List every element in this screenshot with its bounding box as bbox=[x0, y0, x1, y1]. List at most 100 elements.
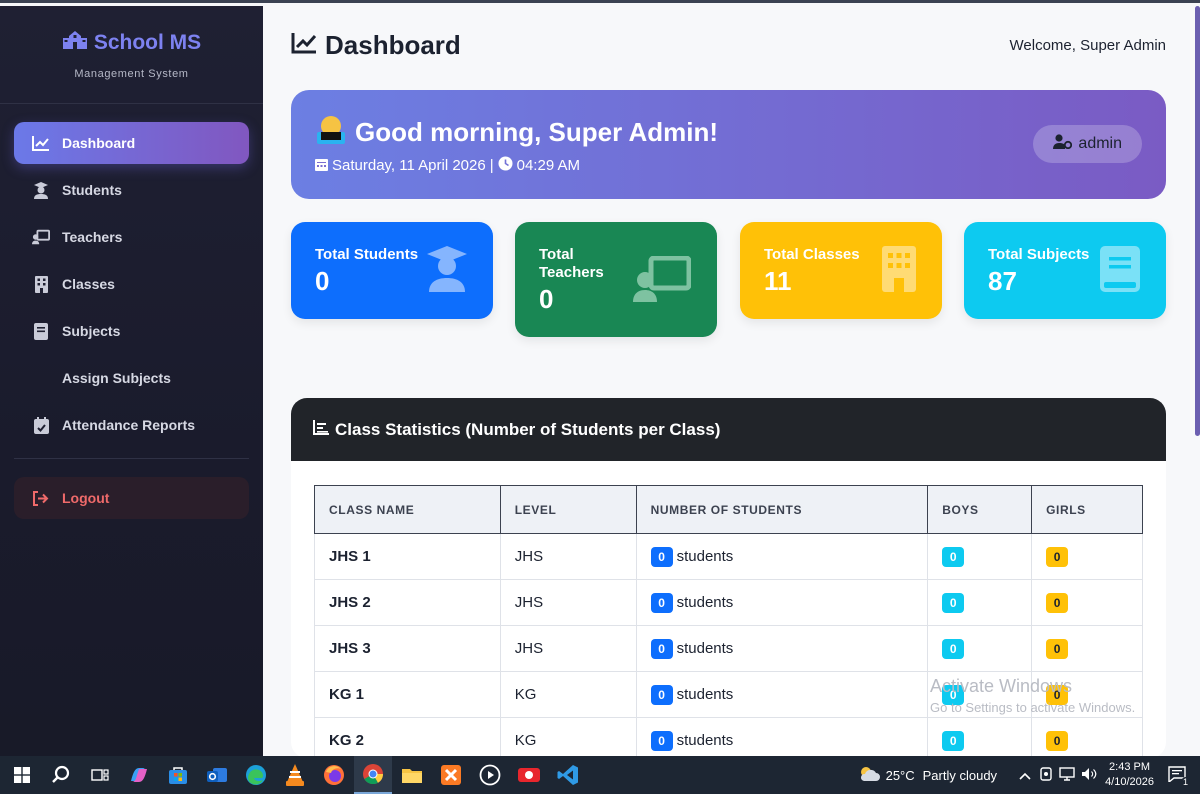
class-name: JHS 1 bbox=[314, 533, 501, 580]
col-class-name[interactable]: CLASS NAME bbox=[314, 485, 501, 534]
student-count-badge: 0 bbox=[650, 592, 673, 613]
student-count-cell: 0 students bbox=[635, 533, 929, 580]
watermark-title: Activate Windows bbox=[930, 676, 1073, 696]
girls-badge: 0 bbox=[1046, 592, 1069, 613]
stat-card-classes[interactable]: Total Classes 11 bbox=[740, 222, 942, 319]
boys-badge: 0 bbox=[942, 592, 965, 613]
media-player-icon[interactable] bbox=[471, 756, 509, 794]
student-count-cell: 0 students bbox=[635, 625, 929, 672]
class-name: KG 1 bbox=[314, 671, 501, 718]
boys-cell: 0 bbox=[927, 533, 1033, 580]
boys-badge: 0 bbox=[942, 546, 965, 567]
weather-cloud-icon[interactable] bbox=[858, 765, 880, 786]
xampp-icon[interactable] bbox=[432, 756, 470, 794]
sidebar-item-label: Attendance Reports bbox=[62, 417, 196, 433]
user-cog-icon bbox=[1053, 134, 1073, 154]
vlc-icon[interactable] bbox=[276, 756, 314, 794]
brand: School MS Management System bbox=[0, 6, 263, 104]
logout-label: Logout bbox=[62, 490, 110, 506]
screen-recorder-icon[interactable] bbox=[510, 756, 548, 794]
stat-value: 87 bbox=[988, 266, 1017, 296]
stat-card-subjects[interactable]: Total Subjects 87 bbox=[964, 222, 1166, 319]
sidebar-item-label: Subjects bbox=[62, 323, 121, 339]
copilot-icon[interactable] bbox=[120, 756, 158, 794]
sidebar-item-label: Assign Subjects bbox=[62, 370, 171, 386]
graduate-icon bbox=[32, 181, 50, 199]
col-girls[interactable]: GIRLS bbox=[1031, 485, 1143, 534]
table-header-row: CLASS NAME LEVEL NUMBER OF STUDENTS BOYS… bbox=[314, 485, 1143, 534]
chevron-up-icon[interactable] bbox=[1019, 768, 1031, 783]
watermark-subtitle: Go to Settings to activate Windows. bbox=[930, 700, 1136, 715]
firefox-icon[interactable] bbox=[315, 756, 353, 794]
stat-card-students[interactable]: Total Students 0 bbox=[291, 222, 493, 319]
sidebar-item-classes[interactable]: Classes bbox=[14, 263, 249, 305]
sidebar-item-teachers[interactable]: Teachers bbox=[14, 216, 249, 258]
vscode-icon[interactable] bbox=[549, 756, 587, 794]
student-count-badge: 0 bbox=[650, 684, 673, 705]
building-icon bbox=[32, 275, 50, 293]
current-time: 04:29 AM bbox=[516, 157, 581, 174]
chrome-icon[interactable] bbox=[354, 756, 392, 794]
weather-temperature[interactable]: 25°C bbox=[886, 768, 915, 783]
panel-header: Class Statistics (Number of Students per… bbox=[291, 398, 1166, 461]
outlook-icon[interactable] bbox=[198, 756, 236, 794]
boys-badge: 0 bbox=[942, 638, 965, 659]
boys-cell: 0 bbox=[927, 717, 1033, 756]
girls-cell: 0 bbox=[1031, 625, 1143, 672]
logout-button[interactable]: Logout bbox=[14, 477, 249, 519]
class-level: JHS bbox=[499, 625, 637, 672]
chalkboard-teacher-icon bbox=[633, 255, 692, 307]
activate-windows-watermark: Activate Windows Go to Settings to activ… bbox=[930, 675, 1135, 719]
page-title: Dashboard bbox=[291, 30, 461, 61]
windows-taskbar: 25°C Partly cloudy 2:43 PM 4/10/2026 1 bbox=[0, 756, 1200, 794]
sidebar-item-subjects[interactable]: Subjects bbox=[14, 310, 249, 352]
girls-badge: 0 bbox=[1046, 546, 1069, 567]
network-icon[interactable] bbox=[1059, 766, 1075, 784]
topbar: Dashboard Welcome, Super Admin bbox=[291, 30, 1166, 61]
col-number-of-students[interactable]: NUMBER OF STUDENTS bbox=[635, 485, 929, 534]
system-tray: 25°C Partly cloudy 2:43 PM 4/10/2026 1 bbox=[858, 756, 1200, 794]
current-date: Saturday, 11 April 2026 bbox=[332, 157, 486, 174]
table-row: JHS 1 JHS 0 students 0 0 bbox=[314, 533, 1143, 580]
search-icon[interactable] bbox=[42, 756, 80, 794]
student-count-cell: 0 students bbox=[635, 671, 929, 718]
taskbar-clock[interactable]: 2:43 PM 4/10/2026 bbox=[1105, 760, 1154, 790]
student-count-cell: 0 students bbox=[635, 579, 929, 626]
boys-cell: 0 bbox=[927, 625, 1033, 672]
volume-icon[interactable] bbox=[1081, 767, 1097, 784]
class-name: KG 2 bbox=[314, 717, 501, 756]
sidebar-item-label: Classes bbox=[62, 276, 115, 292]
sidebar-nav: Dashboard Students Teachers Classes Subj… bbox=[0, 104, 263, 446]
page-scrollbar[interactable] bbox=[1195, 6, 1200, 436]
page-title-text: Dashboard bbox=[325, 30, 461, 60]
boys-badge: 0 bbox=[942, 730, 965, 751]
chalkboard-teacher-icon bbox=[32, 228, 50, 246]
sidebar-item-students[interactable]: Students bbox=[14, 169, 249, 211]
class-name: JHS 2 bbox=[314, 579, 501, 626]
girls-badge: 0 bbox=[1046, 730, 1069, 751]
file-explorer-icon[interactable] bbox=[393, 756, 431, 794]
brand-title[interactable]: School MS bbox=[0, 6, 263, 56]
sidebar-item-attendance-reports[interactable]: Attendance Reports bbox=[14, 404, 249, 446]
microsoft-store-icon[interactable] bbox=[159, 756, 197, 794]
stat-label: Total Teachers bbox=[539, 246, 604, 281]
weather-description[interactable]: Partly cloudy bbox=[923, 768, 997, 783]
students-word: students bbox=[676, 685, 734, 703]
col-level[interactable]: LEVEL bbox=[499, 485, 637, 534]
welcome-text: Welcome, Super Admin bbox=[1009, 37, 1166, 54]
sidebar-item-assign-subjects[interactable]: Assign Subjects bbox=[14, 357, 249, 399]
table-row: KG 2 KG 0 students 0 0 bbox=[314, 717, 1143, 756]
col-boys[interactable]: BOYS bbox=[927, 485, 1033, 534]
sidebar-item-dashboard[interactable]: Dashboard bbox=[14, 122, 249, 164]
task-view-icon[interactable] bbox=[81, 756, 119, 794]
edge-icon[interactable] bbox=[237, 756, 275, 794]
start-button[interactable] bbox=[3, 756, 41, 794]
stat-card-teachers[interactable]: Total Teachers 0 bbox=[515, 222, 717, 337]
role-badge: admin bbox=[1033, 125, 1142, 163]
date-time-line: Saturday, 11 April 2026 | 04:29 AM bbox=[315, 156, 580, 175]
notification-icon[interactable]: 1 bbox=[1168, 765, 1190, 787]
greeting-title: Good morning, Super Admin! bbox=[315, 114, 718, 151]
teacher-emoji-icon bbox=[315, 114, 347, 151]
tray-app-icon[interactable] bbox=[1039, 766, 1053, 784]
separator: | bbox=[489, 157, 494, 174]
